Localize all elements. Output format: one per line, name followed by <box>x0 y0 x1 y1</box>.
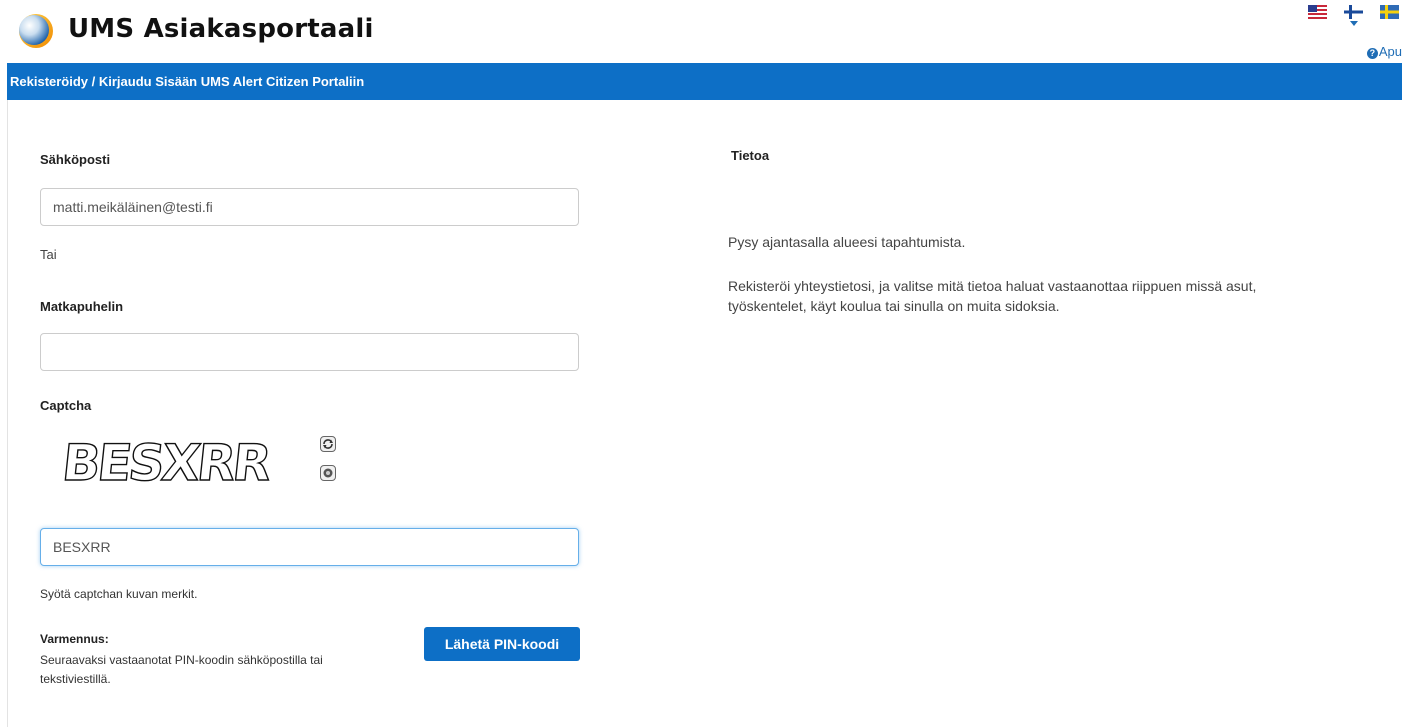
header: UMS Asiakasportaali ? Apu <box>0 0 1402 62</box>
help-icon: ? <box>1366 48 1378 59</box>
selected-language-indicator-icon <box>1350 21 1358 26</box>
english-flag-icon[interactable] <box>1308 5 1327 19</box>
help-label: Apu <box>1378 44 1402 59</box>
banner-title: Rekisteröidy / Kirjaudu Sisään UMS Alert… <box>7 63 1402 100</box>
swedish-flag-icon[interactable] <box>1380 5 1399 19</box>
ums-logo-icon <box>19 14 53 48</box>
finnish-flag-icon[interactable] <box>1344 5 1363 19</box>
help-link[interactable]: ? Apu <box>1366 44 1402 59</box>
app-title: UMS Asiakasportaali <box>68 14 374 44</box>
content-card <box>7 100 1402 727</box>
